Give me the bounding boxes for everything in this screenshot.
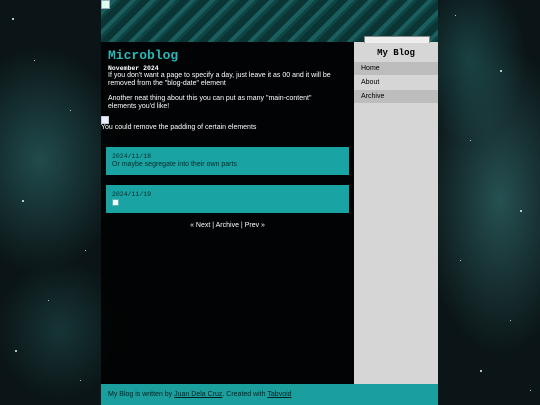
author-link[interactable]: Juan Dela Cruz [174,391,222,398]
broken-image-icon [101,116,109,124]
star [530,390,531,391]
footer: My Blog is written by Juan Dela Cruz. Cr… [101,384,438,405]
sidebar: My Blog Home About Archive [354,36,438,384]
main-content: Microblog November 2024 If you don't wan… [101,42,354,384]
star [85,250,86,251]
prev-link[interactable]: Prev » [245,222,265,229]
post-date: 2024/11/18 [112,153,152,160]
broken-image-icon [101,0,110,9]
sidebar-item-home[interactable]: Home [354,62,438,75]
sidebar-item-about[interactable]: About [354,76,438,89]
star [470,140,471,141]
star [510,320,511,321]
star [12,18,14,20]
archive-link[interactable]: Archive [216,222,239,229]
footer-middle: . Created with [222,391,268,398]
star [15,350,17,352]
star [460,260,461,261]
page-title: Microblog [108,48,179,63]
star [22,200,24,202]
star [455,15,456,16]
padding-note: You could remove the padding of certain … [101,124,257,131]
star [500,70,502,72]
post-card: 2024/11/19 [106,185,349,213]
page-wrapper: Microblog November 2024 If you don't wan… [101,0,438,405]
post-card: 2024/11/18 Or maybe segregate into their… [106,147,349,175]
footer-prefix: My Blog is written by [108,391,175,398]
sidebar-title: My Blog [377,48,415,58]
star [80,380,81,381]
intro-paragraph-2: Another neat thing about this you can pu… [108,95,312,110]
post-text: Or maybe segregate into their own parts [112,161,237,168]
intro-paragraph-1: If you don't want a page to specify a da… [108,72,331,87]
star [34,60,35,61]
star [480,370,482,372]
post-date: 2024/11/19 [112,191,152,198]
sidebar-item-archive[interactable]: Archive [354,90,438,103]
broken-image-icon [364,36,430,43]
star [520,210,522,212]
star [70,110,71,111]
star [48,300,49,301]
pagination: « Next | Archive | Prev » [101,222,354,229]
tool-link[interactable]: Tabvoid [267,391,291,398]
next-link[interactable]: « Next [190,222,210,229]
blog-date-heading: November 2024 [108,65,159,72]
broken-image-icon [112,199,119,206]
